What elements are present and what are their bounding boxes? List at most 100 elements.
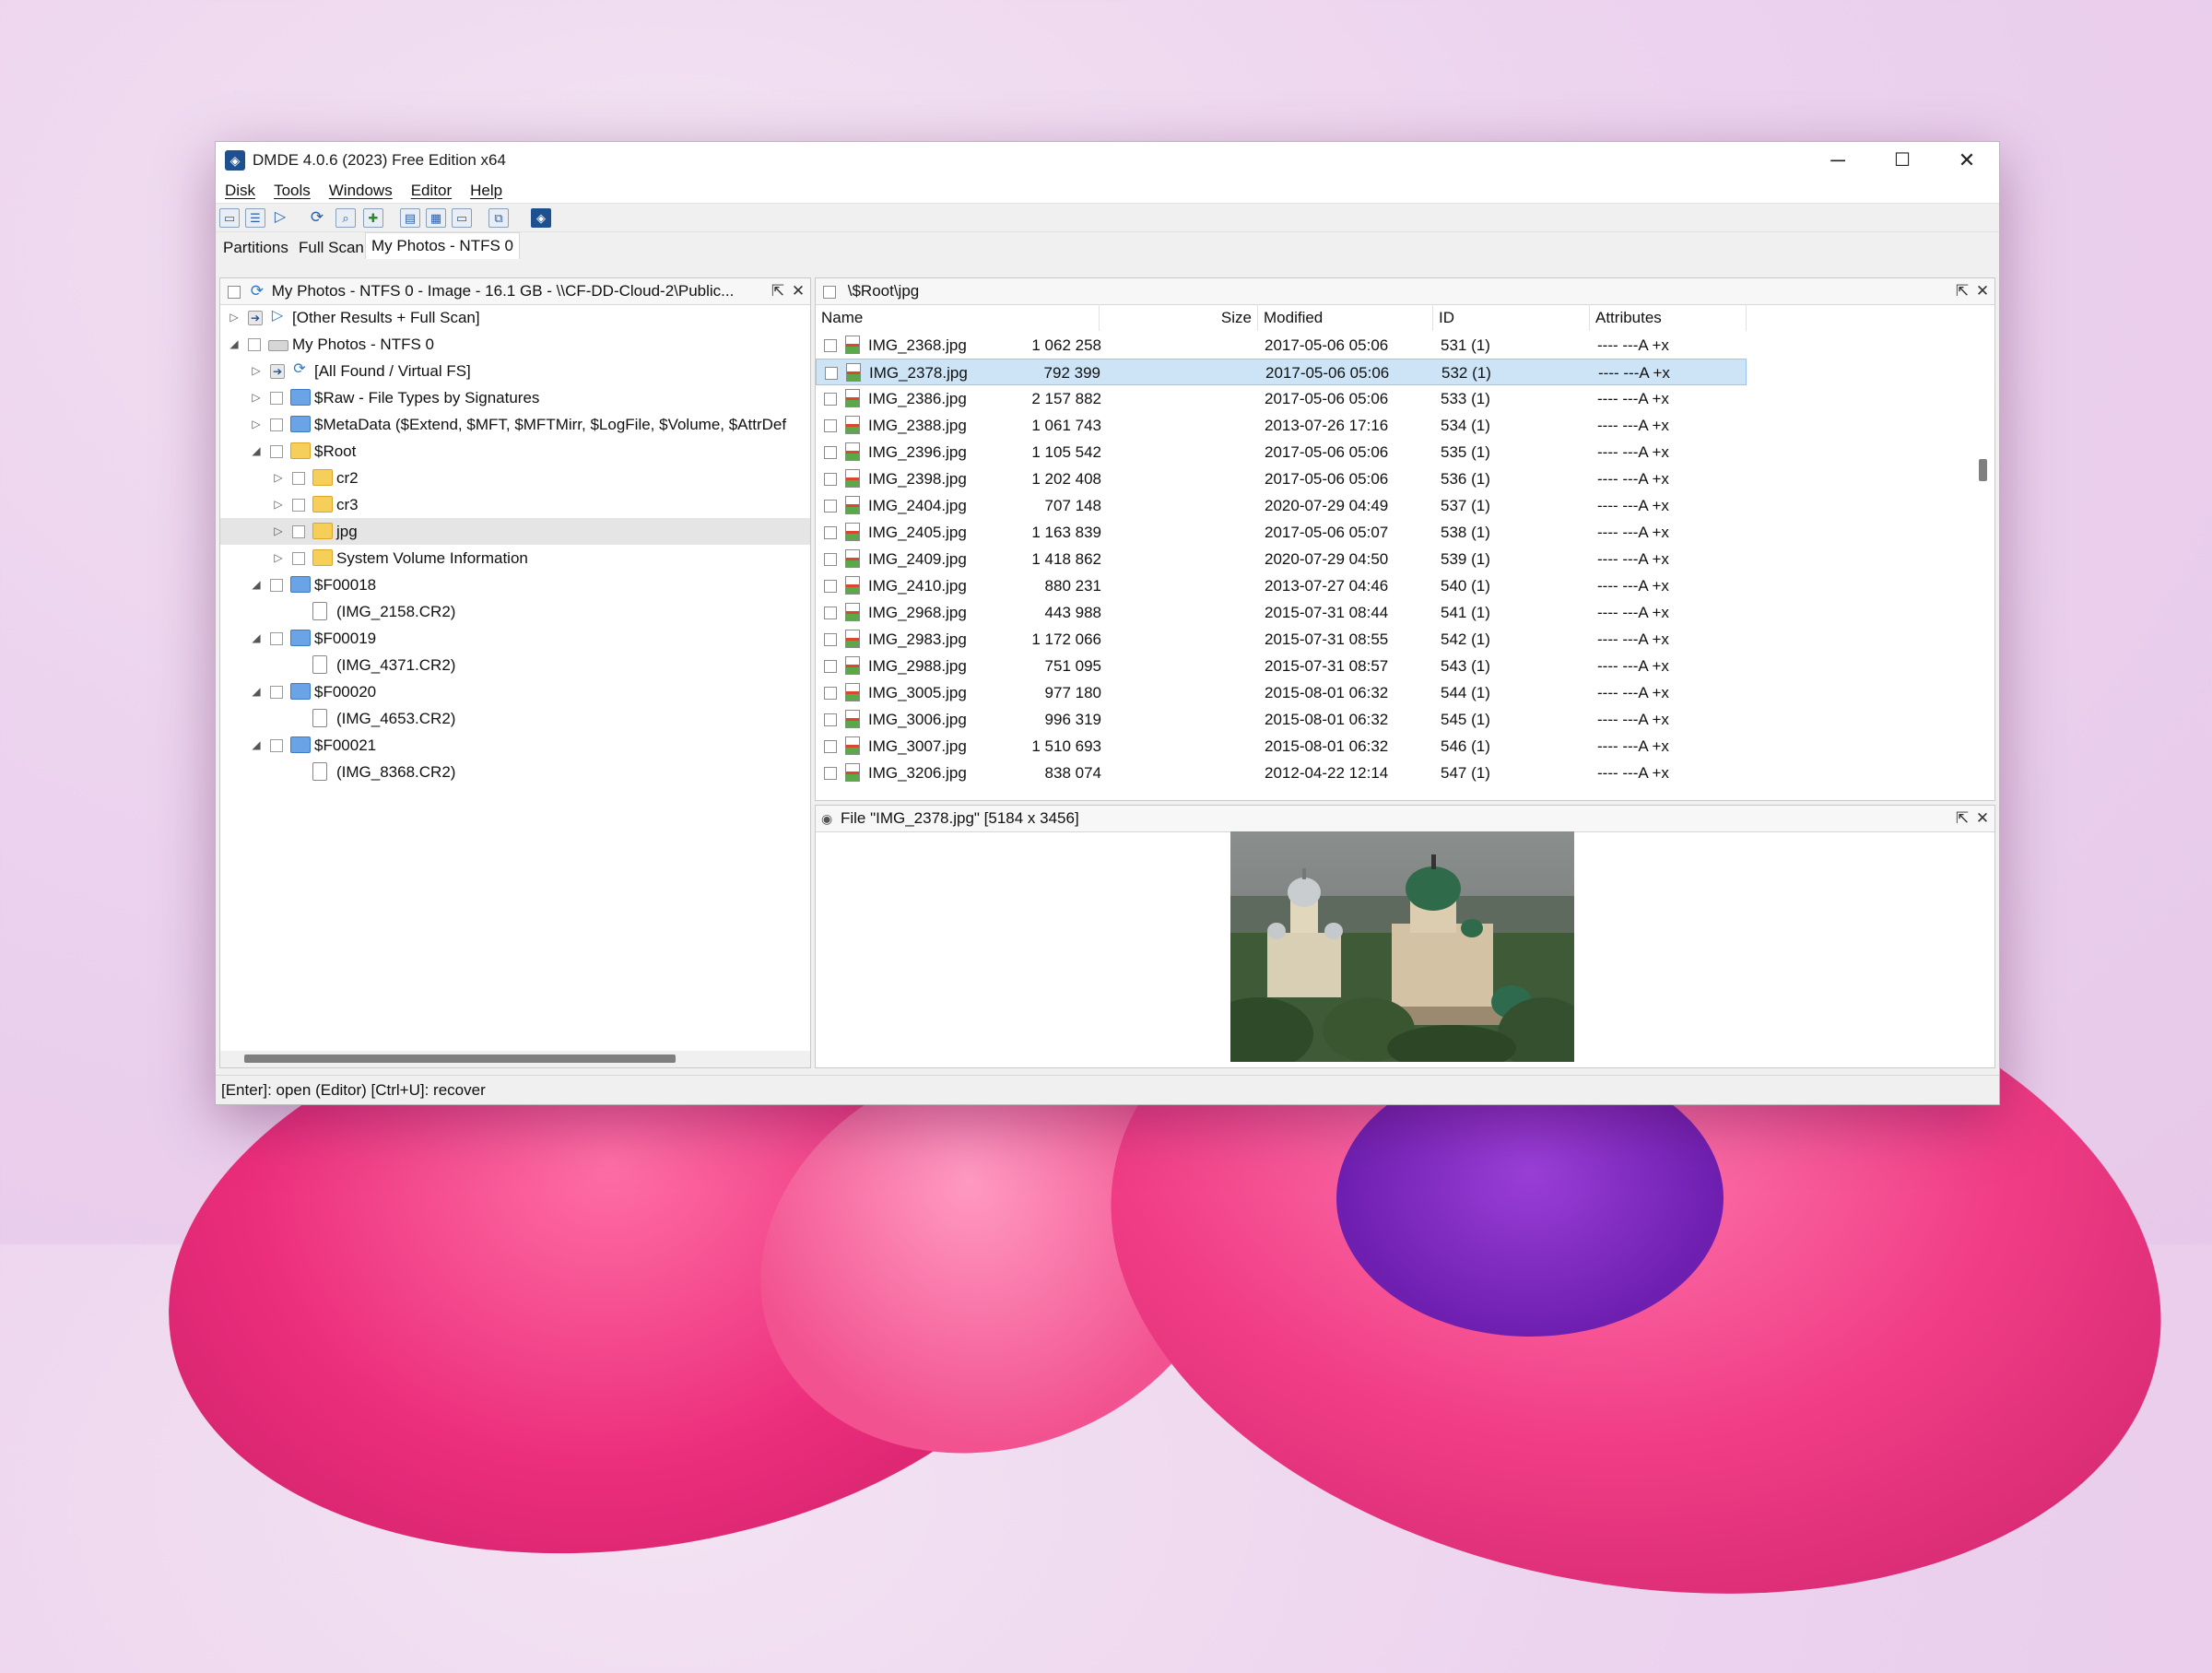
tree-item-checkbox[interactable] [270,632,283,645]
search-icon[interactable]: ⌕ [335,208,356,228]
tree-item[interactable]: (IMG_4653.CR2) [220,705,810,732]
file-row[interactable]: IMG_2396.jpg 1 105 542 2017-05-06 05:06 535… [816,439,1747,465]
file-row[interactable]: IMG_2409.jpg 1 418 862 2020-07-29 04:50 539… [816,546,1747,572]
tree-item-checkbox[interactable] [292,525,305,538]
column-id[interactable]: ID [1433,304,1590,331]
dmde-logo-icon[interactable]: ◈ [531,208,551,228]
file-row[interactable]: IMG_2398.jpg 1 202 408 2017-05-06 05:06 536… [816,465,1747,492]
tab-partitions[interactable]: Partitions [218,235,294,261]
collapse-icon[interactable]: ◢ [250,571,263,598]
expand-icon[interactable]: ▷ [272,491,285,518]
undock-icon[interactable]: ⇱ [1952,806,1972,831]
file-row[interactable]: IMG_2388.jpg 1 061 743 2013-07-26 17:16 534… [816,412,1747,439]
tree-item-checkbox[interactable] [292,499,305,512]
close-pane-icon[interactable]: ✕ [788,278,808,304]
expand-icon[interactable]: ▷ [250,384,263,411]
tree-item-checkbox[interactable] [292,472,305,485]
file-vscroll-thumb[interactable] [1979,459,1987,481]
expand-icon[interactable]: ▷ [250,411,263,438]
file-row[interactable]: IMG_3005.jpg 977 180 2015-08-01 06:32 544 (… [816,679,1747,706]
collapse-icon[interactable]: ◢ [250,438,263,465]
file-row-checkbox[interactable] [824,580,837,593]
tab-full-scan[interactable]: Full Scan [293,235,370,261]
title-bar[interactable]: ◈ DMDE 4.0.6 (2023) Free Edition x64 ─ ☐… [216,142,1999,179]
maximize-button[interactable]: ☐ [1870,142,1935,179]
tree-item[interactable]: (IMG_8368.CR2) [220,759,810,785]
file-row-checkbox[interactable] [825,367,838,380]
file-row-checkbox[interactable] [824,419,837,432]
expand-icon[interactable]: ▷ [272,465,285,491]
file-row-checkbox[interactable] [824,633,837,646]
tree-item-checkbox[interactable] [292,552,305,565]
tree-item[interactable]: ◢ $F00020 [220,678,810,705]
file-row[interactable]: IMG_3206.jpg 838 074 2012-04-22 12:14 547 (… [816,760,1747,786]
tree-item-checkbox[interactable] [270,686,283,699]
file-row-checkbox[interactable] [824,526,837,539]
tree-header-checkbox[interactable] [228,285,241,299]
close-button[interactable]: ✕ [1935,142,1999,179]
undock-icon[interactable]: ⇱ [768,278,788,304]
tree-item-checkbox[interactable] [270,739,283,752]
expand-icon[interactable]: ▷ [272,518,285,545]
file-row[interactable]: IMG_2378.jpg 792 399 2017-05-06 05:06 532 (… [816,359,1747,385]
file-row-checkbox[interactable] [824,393,837,406]
column-size[interactable]: Size [1100,304,1258,331]
menu-editor[interactable]: Editor [402,179,461,200]
minimize-button[interactable]: ─ [1806,142,1870,179]
preview-view-icon[interactable]: ▭ [452,208,472,228]
column-modified[interactable]: Modified [1258,304,1433,331]
tree-item-checkbox[interactable] [248,338,261,351]
expand-icon[interactable]: ▷ [250,358,263,384]
file-header-checkbox[interactable] [823,285,836,299]
file-row[interactable]: IMG_2404.jpg 707 148 2020-07-29 04:49 537 (… [816,492,1747,519]
tree-item-checkbox[interactable] [270,392,283,405]
expand-icon[interactable]: ▷ [228,304,241,331]
file-row-checkbox[interactable] [824,687,837,700]
tree-item[interactable]: ▷ cr2 [220,465,810,491]
tree-item[interactable]: ◢ $F00018 [220,571,810,598]
file-row-checkbox[interactable] [824,713,837,726]
file-row-checkbox[interactable] [824,446,837,459]
tree-item[interactable]: ▷ $MetaData ($Extend, $MFT, $MFTMirr, $Lo… [220,411,810,438]
tree-item[interactable]: (IMG_2158.CR2) [220,598,810,625]
file-row-checkbox[interactable] [824,553,837,566]
tab-my-photos[interactable]: My Photos - NTFS 0 [365,232,520,259]
tree-view-icon[interactable]: ▤ [400,208,420,228]
tree-item-checkbox[interactable] [270,418,283,431]
copy-icon[interactable]: ⧉ [488,208,509,228]
column-name[interactable]: Name [816,304,1100,331]
file-row-checkbox[interactable] [824,767,837,780]
play-icon[interactable]: ▷ [271,208,289,226]
tree-item[interactable]: ◢ $F00019 [220,625,810,652]
file-row-checkbox[interactable] [824,607,837,619]
tree-item[interactable]: ▷ System Volume Information [220,545,810,571]
menu-help[interactable]: Help [461,179,512,200]
menu-tools[interactable]: Tools [265,179,320,200]
tree-item[interactable]: ▷ ➔ ⟳ [All Found / Virtual FS] [220,358,810,384]
file-row[interactable]: IMG_2386.jpg 2 157 882 2017-05-06 05:06 533… [816,385,1747,412]
menu-disk[interactable]: Disk [216,179,265,200]
close-pane-icon[interactable]: ✕ [1972,278,1993,304]
file-row-checkbox[interactable] [824,473,837,486]
tree-item[interactable]: ▷ ➔ ▷ [Other Results + Full Scan] [220,304,810,331]
tree-item-checkbox[interactable] [270,579,283,592]
new-icon[interactable]: ✚ [363,208,383,228]
collapse-icon[interactable]: ◢ [250,625,263,652]
file-row[interactable]: IMG_2405.jpg 1 163 839 2017-05-06 05:07 538… [816,519,1747,546]
undock-icon[interactable]: ⇱ [1952,278,1972,304]
tree-item[interactable]: ▷ jpg [220,518,810,545]
tree-item[interactable]: ▷ $Raw - File Types by Signatures [220,384,810,411]
tree-item[interactable]: ◢ My Photos - NTFS 0 [220,331,810,358]
tree-item[interactable]: ◢ $Root [220,438,810,465]
file-row-checkbox[interactable] [824,740,837,753]
file-row[interactable]: IMG_3006.jpg 996 319 2015-08-01 06:32 545 (… [816,706,1747,733]
partitions-icon[interactable]: ☰ [245,208,265,228]
tree-hscroll-thumb[interactable] [244,1054,676,1063]
collapse-icon[interactable]: ◢ [250,678,263,705]
tree-item[interactable]: ◢ $F00021 [220,732,810,759]
collapse-icon[interactable]: ◢ [228,331,241,358]
expand-icon[interactable]: ▷ [272,545,285,571]
file-row[interactable]: IMG_2988.jpg 751 095 2015-07-31 08:57 543 (… [816,653,1747,679]
tree-hscrollbar[interactable] [220,1051,810,1067]
tree-item[interactable]: ▷ cr3 [220,491,810,518]
